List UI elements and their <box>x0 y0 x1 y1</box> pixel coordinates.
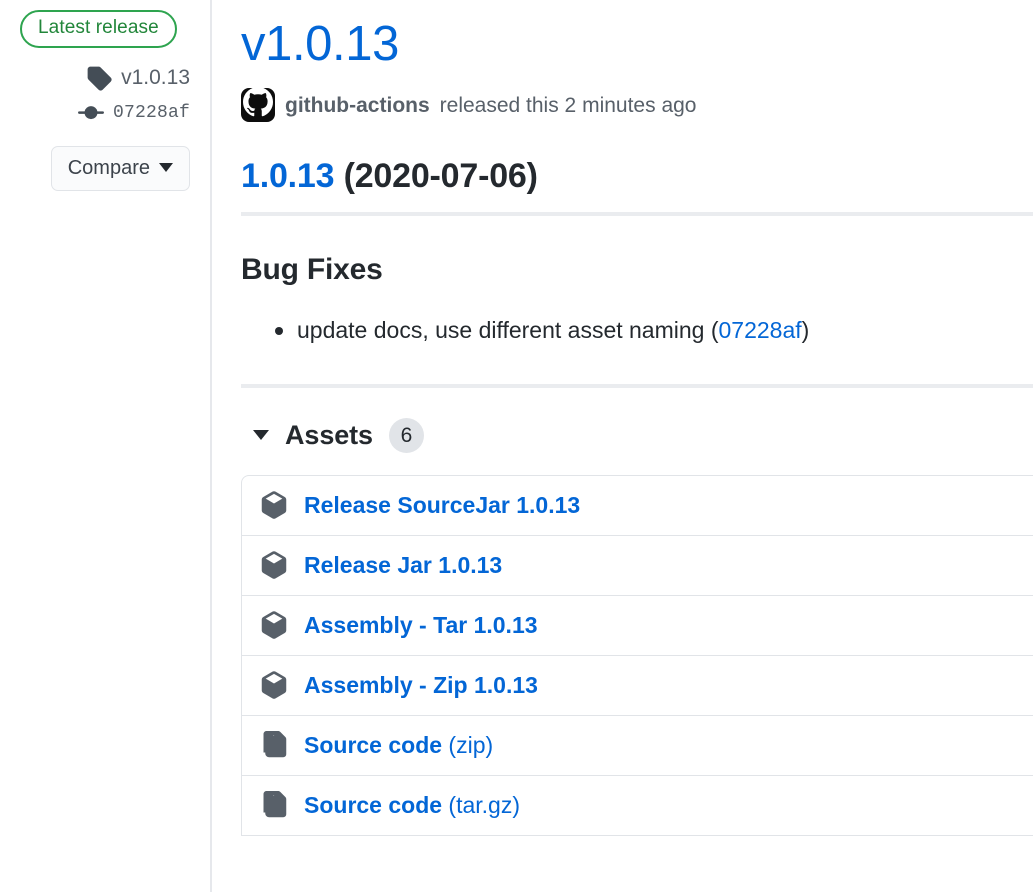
release-page: Latest release v1.0.13 07228af Compare v… <box>0 0 1033 892</box>
package-icon <box>260 551 288 580</box>
tag-row[interactable]: v1.0.13 <box>0 65 190 91</box>
release-title-link[interactable]: v1.0.13 <box>241 18 1033 70</box>
compare-button-label: Compare <box>67 156 150 179</box>
release-version-link[interactable]: 1.0.13 <box>241 157 335 195</box>
changelog-text-after: ) <box>801 317 810 344</box>
asset-name: Release SourceJar 1.0.13 <box>304 491 581 518</box>
asset-row[interactable]: Release Jar 1.0.13 <box>242 536 1033 596</box>
chevron-down-icon <box>159 163 173 173</box>
asset-link[interactable]: Assembly - Zip 1.0.13 <box>304 672 538 700</box>
asset-link[interactable]: Assembly - Tar 1.0.13 <box>304 612 538 640</box>
assets-divider <box>241 383 1033 388</box>
assets-header[interactable]: Assets 6 <box>253 417 1033 453</box>
commit-link[interactable]: 07228af <box>719 317 802 343</box>
list-item: update docs, use different asset naming … <box>275 313 1033 348</box>
asset-name: Source code <box>304 791 443 818</box>
asset-row[interactable]: Assembly - Tar 1.0.13 <box>242 596 1033 656</box>
asset-name: Assembly - Tar 1.0.13 <box>304 611 538 638</box>
file-zip-icon <box>260 791 288 819</box>
asset-name: Release Jar 1.0.13 <box>304 551 503 578</box>
release-published-text: released this 2 minutes ago <box>439 93 697 117</box>
compare-button-wrapper: Compare <box>0 145 210 191</box>
asset-row[interactable]: Release SourceJar 1.0.13 <box>242 476 1033 536</box>
asset-link[interactable]: Source code (zip) <box>304 732 493 760</box>
release-date-text: (2020-07-06) <box>343 157 538 196</box>
changelog-text: update docs, use different asset naming … <box>297 317 719 344</box>
asset-format-suffix: (tar.gz) <box>442 791 521 818</box>
assets-list: Release SourceJar 1.0.13 Release Jar 1.0.… <box>241 474 1033 836</box>
git-commit-icon <box>77 100 104 126</box>
release-sidebar: Latest release v1.0.13 07228af Compare <box>0 0 212 892</box>
changelog-list: update docs, use different asset naming … <box>241 313 1033 348</box>
release-meta-list: v1.0.13 07228af <box>0 65 210 126</box>
asset-link[interactable]: Release Jar 1.0.13 <box>304 552 502 580</box>
asset-name: Assembly - Zip 1.0.13 <box>304 671 538 698</box>
tag-label: v1.0.13 <box>121 66 190 90</box>
asset-link[interactable]: Source code (tar.gz) <box>304 792 520 820</box>
release-main: v1.0.13 github-actions released this 2 m… <box>212 0 1033 892</box>
chevron-down-icon[interactable] <box>253 430 269 441</box>
package-icon <box>260 611 288 640</box>
asset-format-suffix: (zip) <box>442 731 494 758</box>
assets-count-badge: 6 <box>388 417 424 453</box>
asset-link[interactable]: Release SourceJar 1.0.13 <box>304 492 580 520</box>
latest-release-badge: Latest release <box>20 10 177 48</box>
github-mark-icon <box>243 88 273 122</box>
compare-button[interactable]: Compare <box>50 145 190 191</box>
commit-row[interactable]: 07228af <box>0 100 190 126</box>
package-icon <box>260 671 288 700</box>
release-byline: github-actions released this 2 minutes a… <box>241 88 1033 123</box>
file-zip-icon <box>260 731 288 759</box>
heading-divider <box>241 211 1033 216</box>
asset-row[interactable]: Source code (zip) <box>242 716 1033 776</box>
asset-name: Source code <box>304 731 443 758</box>
release-author[interactable]: github-actions <box>285 93 430 118</box>
tag-icon <box>86 65 112 91</box>
asset-row[interactable]: Assembly - Zip 1.0.13 <box>242 656 1033 716</box>
package-icon <box>260 491 288 520</box>
asset-row[interactable]: Source code (tar.gz) <box>242 776 1033 836</box>
bug-fixes-subheading: Bug Fixes <box>241 252 383 286</box>
avatar[interactable] <box>241 88 275 123</box>
release-body-heading: 1.0.13 (2020-07-06) <box>241 155 1033 198</box>
assets-label: Assets <box>285 419 373 450</box>
commit-sha-label: 07228af <box>112 102 190 123</box>
